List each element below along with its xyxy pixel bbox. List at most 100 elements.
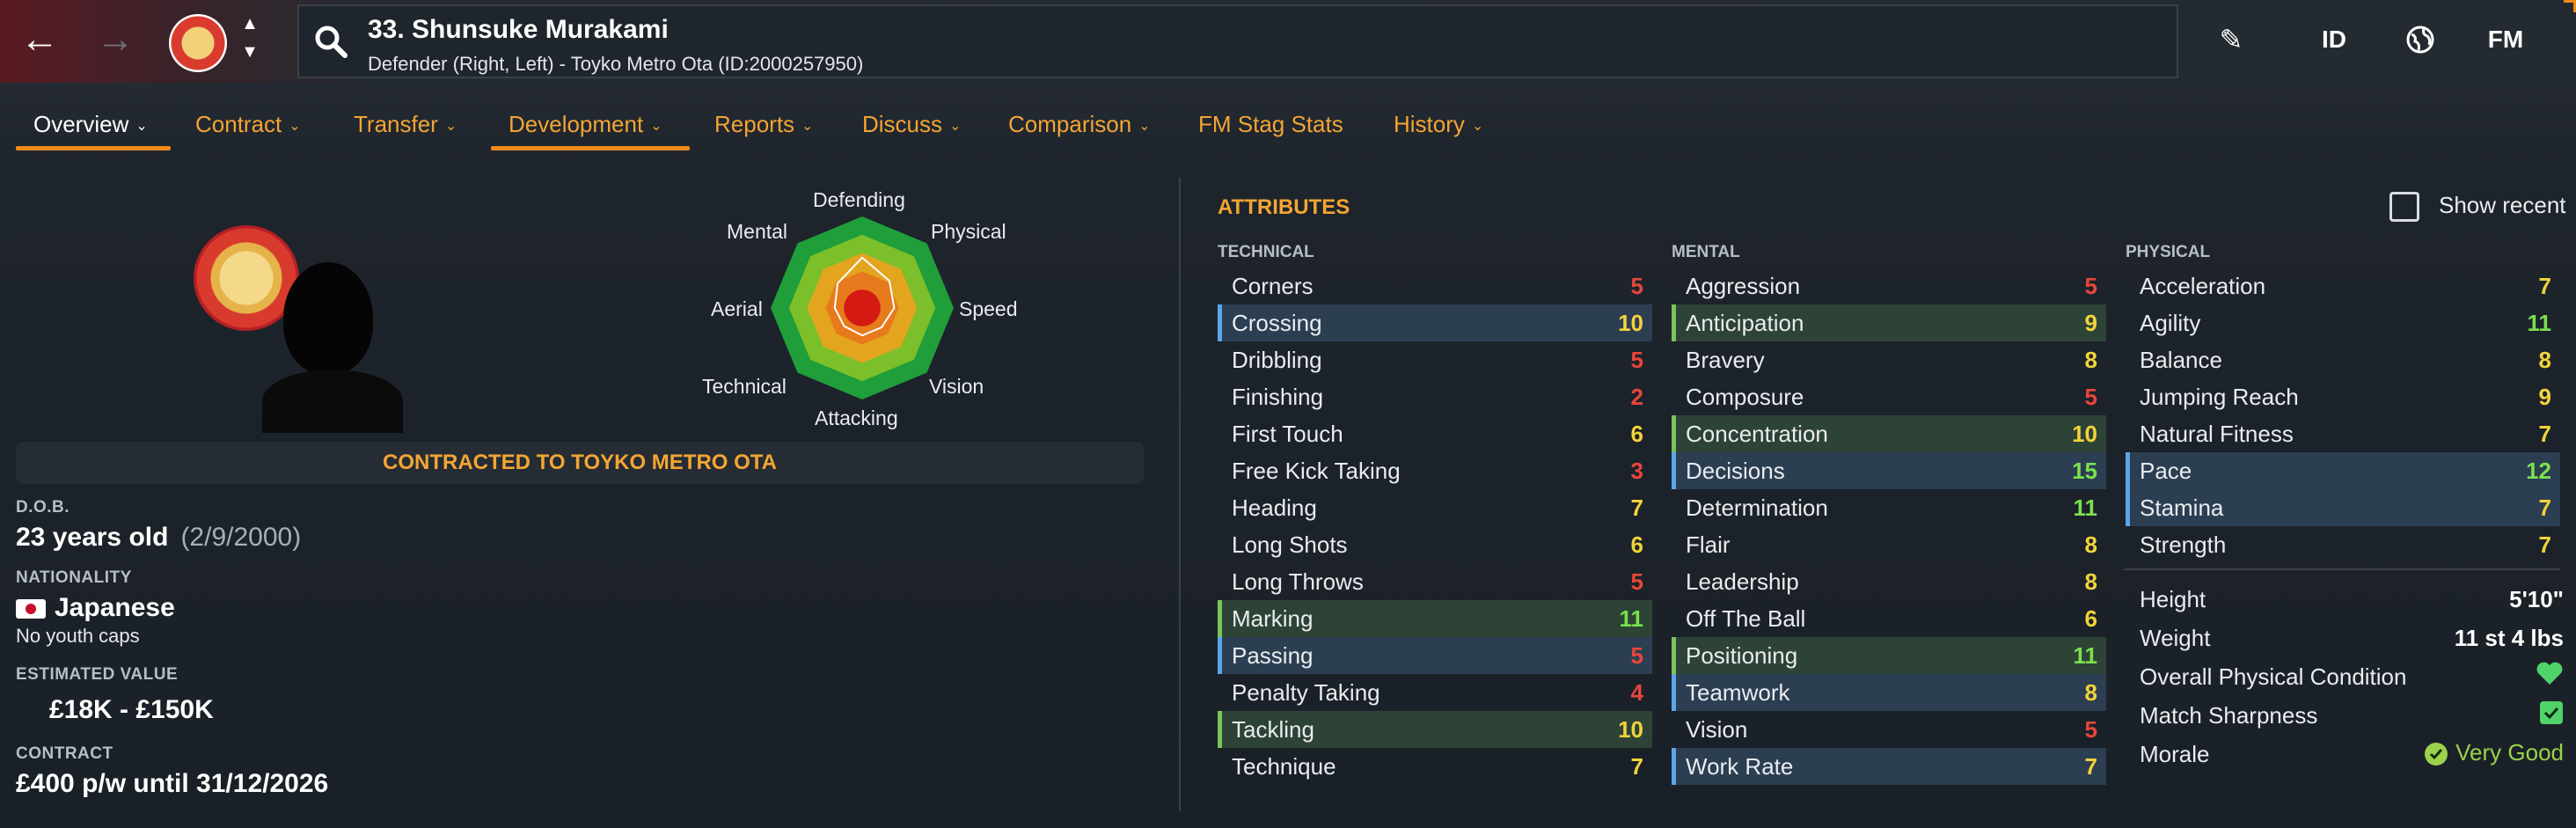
tab-transfer[interactable]: Transfer ⌄	[354, 111, 457, 138]
attribute-row-natural-fitness[interactable]: Natural Fitness 7	[2126, 415, 2560, 452]
attribute-value: 11	[2073, 495, 2098, 521]
attribute-name: Aggression	[1686, 273, 1801, 299]
tab-fm-stag-stats[interactable]: FM Stag Stats	[1198, 111, 1343, 138]
radar-label-aerial: Aerial	[711, 297, 763, 320]
attribute-name: Agility	[2140, 310, 2201, 336]
player-subtitle: Defender (Right, Left) - Toyko Metro Ota…	[368, 53, 864, 75]
morale-check-icon	[2425, 743, 2448, 766]
fm-icon[interactable]: FM	[2481, 18, 2530, 62]
weight-value: 11 st 4 lbs	[2454, 625, 2564, 651]
attribute-row-off-the-ball[interactable]: Off The Ball 6	[1672, 600, 2106, 637]
dob-value: 23 years old (2/9/2000)	[16, 523, 301, 553]
radar-label-technical: Technical	[702, 375, 787, 398]
attribute-value: 11	[2073, 642, 2098, 669]
nationality-value[interactable]: Japanese	[16, 593, 175, 623]
player-search-box[interactable]: 33. Shunsuke Murakami Defender (Right, L…	[297, 4, 2178, 78]
attribute-row-aggression[interactable]: Aggression 5	[1672, 267, 2106, 304]
attribute-row-jumping-reach[interactable]: Jumping Reach 9	[2126, 378, 2560, 415]
attribute-name: Off The Ball	[1686, 605, 1806, 632]
attribute-row-vision[interactable]: Vision 5	[1672, 711, 2106, 748]
attribute-row-teamwork[interactable]: Teamwork 8	[1672, 674, 2106, 711]
attribute-name: Strength	[2140, 531, 2227, 558]
attribute-name: Anticipation	[1686, 310, 1804, 336]
chevron-up-icon[interactable]: ▲	[239, 14, 260, 34]
sharpness-check-icon[interactable]	[2539, 700, 2564, 731]
height-label: Height	[2140, 586, 2206, 612]
edit-icon[interactable]: ✎	[2214, 18, 2249, 62]
tab-label: FM Stag Stats	[1198, 111, 1343, 137]
radar-label-mental: Mental	[727, 220, 788, 243]
attribute-row-concentration[interactable]: Concentration 10	[1672, 415, 2106, 452]
attribute-row-crossing[interactable]: Crossing 10	[1218, 304, 1652, 341]
attribute-row-positioning[interactable]: Positioning 11	[1672, 637, 2106, 674]
tab-label: Overview	[33, 111, 129, 137]
forward-arrow-icon[interactable]: →	[91, 16, 139, 63]
attribute-row-decisions[interactable]: Decisions 15	[1672, 452, 2106, 489]
show-recent-label[interactable]: Show recent	[2439, 192, 2566, 219]
attribute-name: Jumping Reach	[2140, 384, 2299, 410]
attribute-name: First Touch	[1232, 421, 1343, 447]
attribute-value: 15	[2072, 458, 2097, 484]
dob-label: D.O.B.	[16, 498, 70, 517]
attribute-name: Work Rate	[1686, 753, 1794, 780]
id-icon[interactable]: ID	[2314, 18, 2354, 62]
attribute-row-heading[interactable]: Heading 7	[1218, 489, 1652, 526]
attribute-row-balance[interactable]: Balance 8	[2126, 341, 2560, 378]
attribute-row-stamina[interactable]: Stamina 7	[2126, 489, 2560, 526]
attribute-row-pace[interactable]: Pace 12	[2126, 452, 2560, 489]
morale-value[interactable]: Very Good	[2424, 739, 2564, 766]
attribute-row-anticipation[interactable]: Anticipation 9	[1672, 304, 2106, 341]
tab-contract[interactable]: Contract ⌄	[195, 111, 301, 138]
attribute-value: 7	[2538, 495, 2551, 521]
attribute-row-corners[interactable]: Corners 5	[1218, 267, 1652, 304]
attribute-row-bravery[interactable]: Bravery 8	[1672, 341, 2106, 378]
tab-history[interactable]: History ⌄	[1394, 111, 1483, 138]
attribute-value: 7	[2538, 531, 2551, 558]
attribute-row-passing[interactable]: Passing 5	[1218, 637, 1652, 674]
back-arrow-icon[interactable]: ←	[16, 16, 63, 63]
panel-divider	[1179, 178, 1181, 811]
attribute-value: 8	[2538, 347, 2551, 373]
attribute-name: Balance	[2140, 347, 2222, 373]
attribute-row-determination[interactable]: Determination 11	[1672, 489, 2106, 526]
attribute-row-acceleration[interactable]: Acceleration 7	[2126, 267, 2560, 304]
attribute-row-composure[interactable]: Composure 5	[1672, 378, 2106, 415]
globe-icon[interactable]	[2400, 18, 2441, 62]
attribute-row-strength[interactable]: Strength 7	[2126, 526, 2560, 563]
tab-overview[interactable]: Overview ⌄	[33, 111, 148, 138]
attribute-row-flair[interactable]: Flair 8	[1672, 526, 2106, 563]
attribute-value: 5	[1630, 347, 1643, 373]
attribute-row-long-shots[interactable]: Long Shots 6	[1218, 526, 1652, 563]
attribute-row-dribbling[interactable]: Dribbling 5	[1218, 341, 1652, 378]
attribute-row-penalty-taking[interactable]: Penalty Taking 4	[1218, 674, 1652, 711]
attribute-value: 6	[2084, 605, 2097, 632]
attribute-value: 5	[2084, 273, 2097, 299]
tab-label: Development	[509, 111, 644, 137]
attribute-row-free-kick-taking[interactable]: Free Kick Taking 3	[1218, 452, 1652, 489]
attribute-row-marking[interactable]: Marking 11	[1218, 600, 1652, 637]
player-silhouette-body	[262, 370, 403, 433]
attribute-row-finishing[interactable]: Finishing 2	[1218, 378, 1652, 415]
attribute-row-agility[interactable]: Agility 11	[2126, 304, 2560, 341]
tab-comparison[interactable]: Comparison ⌄	[1008, 111, 1151, 138]
attribute-row-work-rate[interactable]: Work Rate 7	[1672, 748, 2106, 785]
attribute-value: 3	[1630, 458, 1643, 484]
chevron-down-icon[interactable]: ▼	[239, 42, 260, 62]
corner-indicator	[2564, 0, 2576, 12]
tab-reports[interactable]: Reports ⌄	[714, 111, 813, 138]
show-recent-checkbox[interactable]	[2389, 192, 2419, 222]
attribute-row-technique[interactable]: Technique 7	[1218, 748, 1652, 785]
top-bar: ← → ▲ ▼ 33. Shunsuke Murakami Defender (…	[0, 0, 2576, 83]
attribute-row-tackling[interactable]: Tackling 10	[1218, 711, 1652, 748]
tab-development[interactable]: Development ⌄	[509, 111, 662, 138]
attribute-row-long-throws[interactable]: Long Throws 5	[1218, 563, 1652, 600]
attribute-row-leadership[interactable]: Leadership 8	[1672, 563, 2106, 600]
chevron-down-icon: ⌄	[1138, 119, 1151, 135]
heart-icon[interactable]	[2536, 660, 2564, 692]
youth-caps: No youth caps	[16, 625, 140, 647]
club-crest[interactable]	[169, 14, 227, 72]
radar-label-speed: Speed	[959, 297, 1018, 320]
attribute-row-first-touch[interactable]: First Touch 6	[1218, 415, 1652, 452]
tab-discuss[interactable]: Discuss ⌄	[862, 111, 961, 138]
attribute-value: 10	[1618, 310, 1643, 336]
